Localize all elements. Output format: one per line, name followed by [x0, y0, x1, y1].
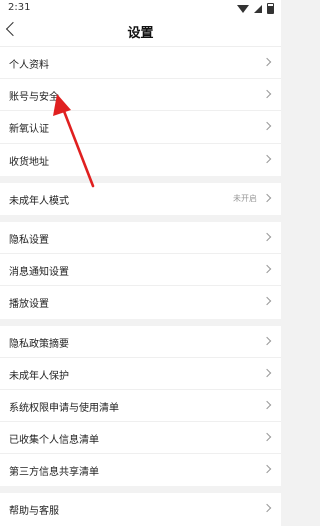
row-minor-mode[interactable]: 未成年人模式 未开启 — [0, 183, 281, 215]
section-divider — [0, 175, 281, 183]
chevron-right-icon — [262, 232, 272, 242]
settings-group-help: 帮助与客服 — [0, 493, 281, 526]
settings-group-minor-mode: 未成年人模式 未开启 — [0, 182, 281, 215]
row-label: 收货地址 — [9, 156, 49, 168]
row-label: 系统权限申请与使用清单 — [9, 402, 119, 414]
row-label: 消息通知设置 — [9, 267, 69, 279]
row-label: 未成年人模式 — [9, 195, 69, 207]
chevron-right-icon — [262, 57, 272, 67]
chevron-right-icon — [262, 368, 272, 377]
settings-group-privacy: 隐私政策摘要 未成年人保护 系统权限申请与使用清单 已收集个人信息清单 第三方信… — [0, 325, 281, 487]
row-minor-protection[interactable]: 未成年人保护 — [0, 358, 281, 390]
settings-group-preferences: 隐私设置 消息通知设置 播放设置 — [0, 221, 281, 319]
row-privacy-settings[interactable]: 隐私设置 — [0, 222, 281, 255]
row-shipping-address[interactable]: 收货地址 — [0, 144, 281, 176]
section-divider — [0, 318, 281, 326]
chevron-right-icon — [262, 336, 272, 345]
row-notification-settings[interactable]: 消息通知设置 — [0, 254, 281, 287]
row-label: 账号与安全 — [9, 92, 59, 104]
row-privacy-policy-summary[interactable]: 隐私政策摘要 — [0, 326, 281, 358]
chevron-right-icon — [262, 264, 272, 274]
section-divider — [0, 214, 281, 222]
nav-bar: 设置 — [0, 16, 281, 47]
row-third-party-sharing[interactable]: 第三方信息共享清单 — [0, 454, 281, 486]
chevron-right-icon — [262, 154, 272, 163]
row-label: 播放设置 — [9, 299, 49, 311]
row-personal-profile[interactable]: 个人资料 — [0, 47, 281, 80]
battery-icon — [267, 3, 274, 14]
chevron-right-icon — [262, 400, 272, 410]
row-label: 已收集个人信息清单 — [9, 435, 99, 447]
minor-mode-status: 未开启 — [233, 193, 257, 203]
row-label: 个人资料 — [9, 60, 49, 71]
row-system-permissions[interactable]: 系统权限申请与使用清单 — [0, 390, 281, 423]
page-title: 设置 — [127, 26, 154, 41]
chevron-right-icon — [262, 432, 272, 442]
signal-icon — [254, 4, 262, 13]
row-label: 第三方信息共享清单 — [9, 467, 99, 479]
row-label: 隐私设置 — [9, 234, 49, 246]
chevron-right-icon — [262, 193, 272, 202]
row-label: 新氧认证 — [9, 124, 49, 136]
row-playback-settings[interactable]: 播放设置 — [0, 286, 281, 318]
chevron-right-icon — [262, 122, 272, 131]
status-bar: 2:31 — [0, 0, 281, 16]
wifi-icon — [237, 4, 249, 13]
row-account-security[interactable]: 账号与安全 — [0, 79, 281, 112]
row-label: 未成年人保护 — [9, 370, 69, 382]
chevron-right-icon — [262, 89, 272, 99]
row-help-service[interactable]: 帮助与客服 — [0, 493, 281, 525]
row-collected-info-list[interactable]: 已收集个人信息清单 — [0, 422, 281, 455]
chevron-right-icon — [262, 297, 272, 306]
row-soyoung-certification[interactable]: 新氧认证 — [0, 111, 281, 144]
row-label: 帮助与客服 — [9, 506, 59, 518]
status-icons — [237, 3, 274, 14]
chevron-right-icon — [262, 504, 272, 513]
row-label: 隐私政策摘要 — [9, 338, 69, 350]
chevron-right-icon — [262, 465, 272, 474]
status-time: 2:31 — [8, 2, 31, 13]
section-divider — [0, 486, 281, 494]
settings-group-account: 个人资料 账号与安全 新氧认证 收货地址 — [0, 47, 281, 176]
